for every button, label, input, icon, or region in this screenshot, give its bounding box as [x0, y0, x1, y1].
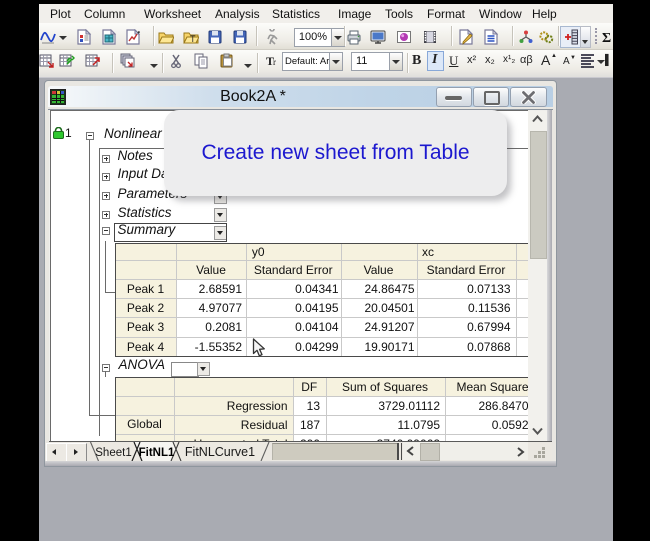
svg-text:FitNL1: FitNL1: [139, 447, 175, 459]
svg-text:T: T: [190, 34, 196, 44]
svg-text:Σ: Σ: [602, 31, 611, 45]
svg-text:Sheet1: Sheet1: [95, 447, 131, 459]
svg-text:FitNLCurve1: FitNLCurve1: [185, 445, 255, 459]
svg-text:r: r: [273, 57, 276, 67]
